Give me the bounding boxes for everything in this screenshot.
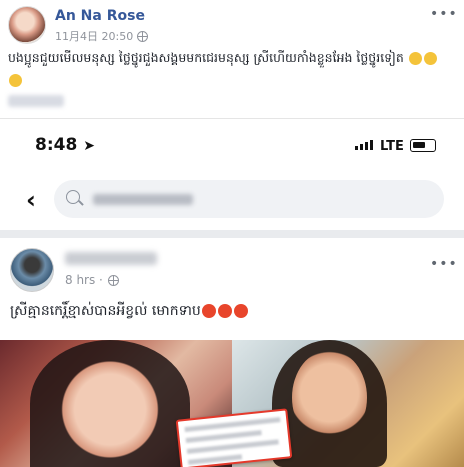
author-avatar[interactable] [8, 6, 46, 44]
more-options-icon[interactable]: ••• [430, 6, 458, 22]
blurred-text [8, 95, 64, 107]
post-text: បងប្អូនជួយមើលមនុស្ស ថ្លៃថ្នូរជួងសង្គមមកជ… [8, 47, 453, 91]
back-arrow-icon[interactable]: ‹ [26, 186, 36, 214]
post-meta: 11月4日 20:50 [55, 28, 149, 44]
globe-icon [137, 30, 149, 42]
blurred-search-text [93, 194, 193, 205]
blurred-author-name[interactable] [65, 252, 157, 265]
inner-post-meta: 8 hrs · [65, 273, 119, 287]
angry-emoji-icon [233, 304, 248, 318]
globe-icon [107, 274, 119, 286]
search-icon [66, 190, 80, 204]
inner-post-timestamp[interactable]: 8 hrs · [65, 273, 103, 287]
post-timestamp[interactable]: 11月4日 20:50 [55, 28, 133, 44]
network-label: LTE [380, 139, 404, 154]
battery-icon [410, 139, 436, 152]
status-time: 8:48 ➤ [35, 135, 95, 155]
location-arrow-icon: ➤ [83, 138, 95, 154]
more-options-icon[interactable]: ••• [430, 256, 458, 272]
author-name[interactable]: An Na Rose [55, 8, 145, 24]
signal-icon [355, 140, 373, 150]
inner-post-body: ស្រីគ្មានកេរ្តិ៍ខ្មាស់បានអីខ្វល់ មោកទាប [10, 303, 201, 319]
photo-face [60, 360, 160, 467]
crying-emoji-icon [423, 52, 437, 65]
post-body: បងប្អូនជួយមើលមនុស្ស ថ្លៃថ្នូរជួងសង្គមមកជ… [8, 50, 404, 65]
feed-divider [0, 230, 464, 238]
crying-emoji-icon [408, 52, 422, 65]
inner-post-text: ស្រីគ្មានកេរ្តិ៍ខ្មាស់បានអីខ្វល់ មោកទាប [10, 301, 249, 322]
comment-screenshot-overlay [175, 408, 293, 467]
inner-author-avatar[interactable] [10, 248, 54, 292]
sad-emoji-icon [9, 74, 22, 87]
screenshot: An Na Rose 11月4日 20:50 ••• បងប្អូនជួយមើល… [0, 0, 464, 467]
angry-emoji-icon [201, 304, 216, 318]
photo-face [292, 350, 367, 445]
angry-emoji-icon [217, 304, 232, 318]
